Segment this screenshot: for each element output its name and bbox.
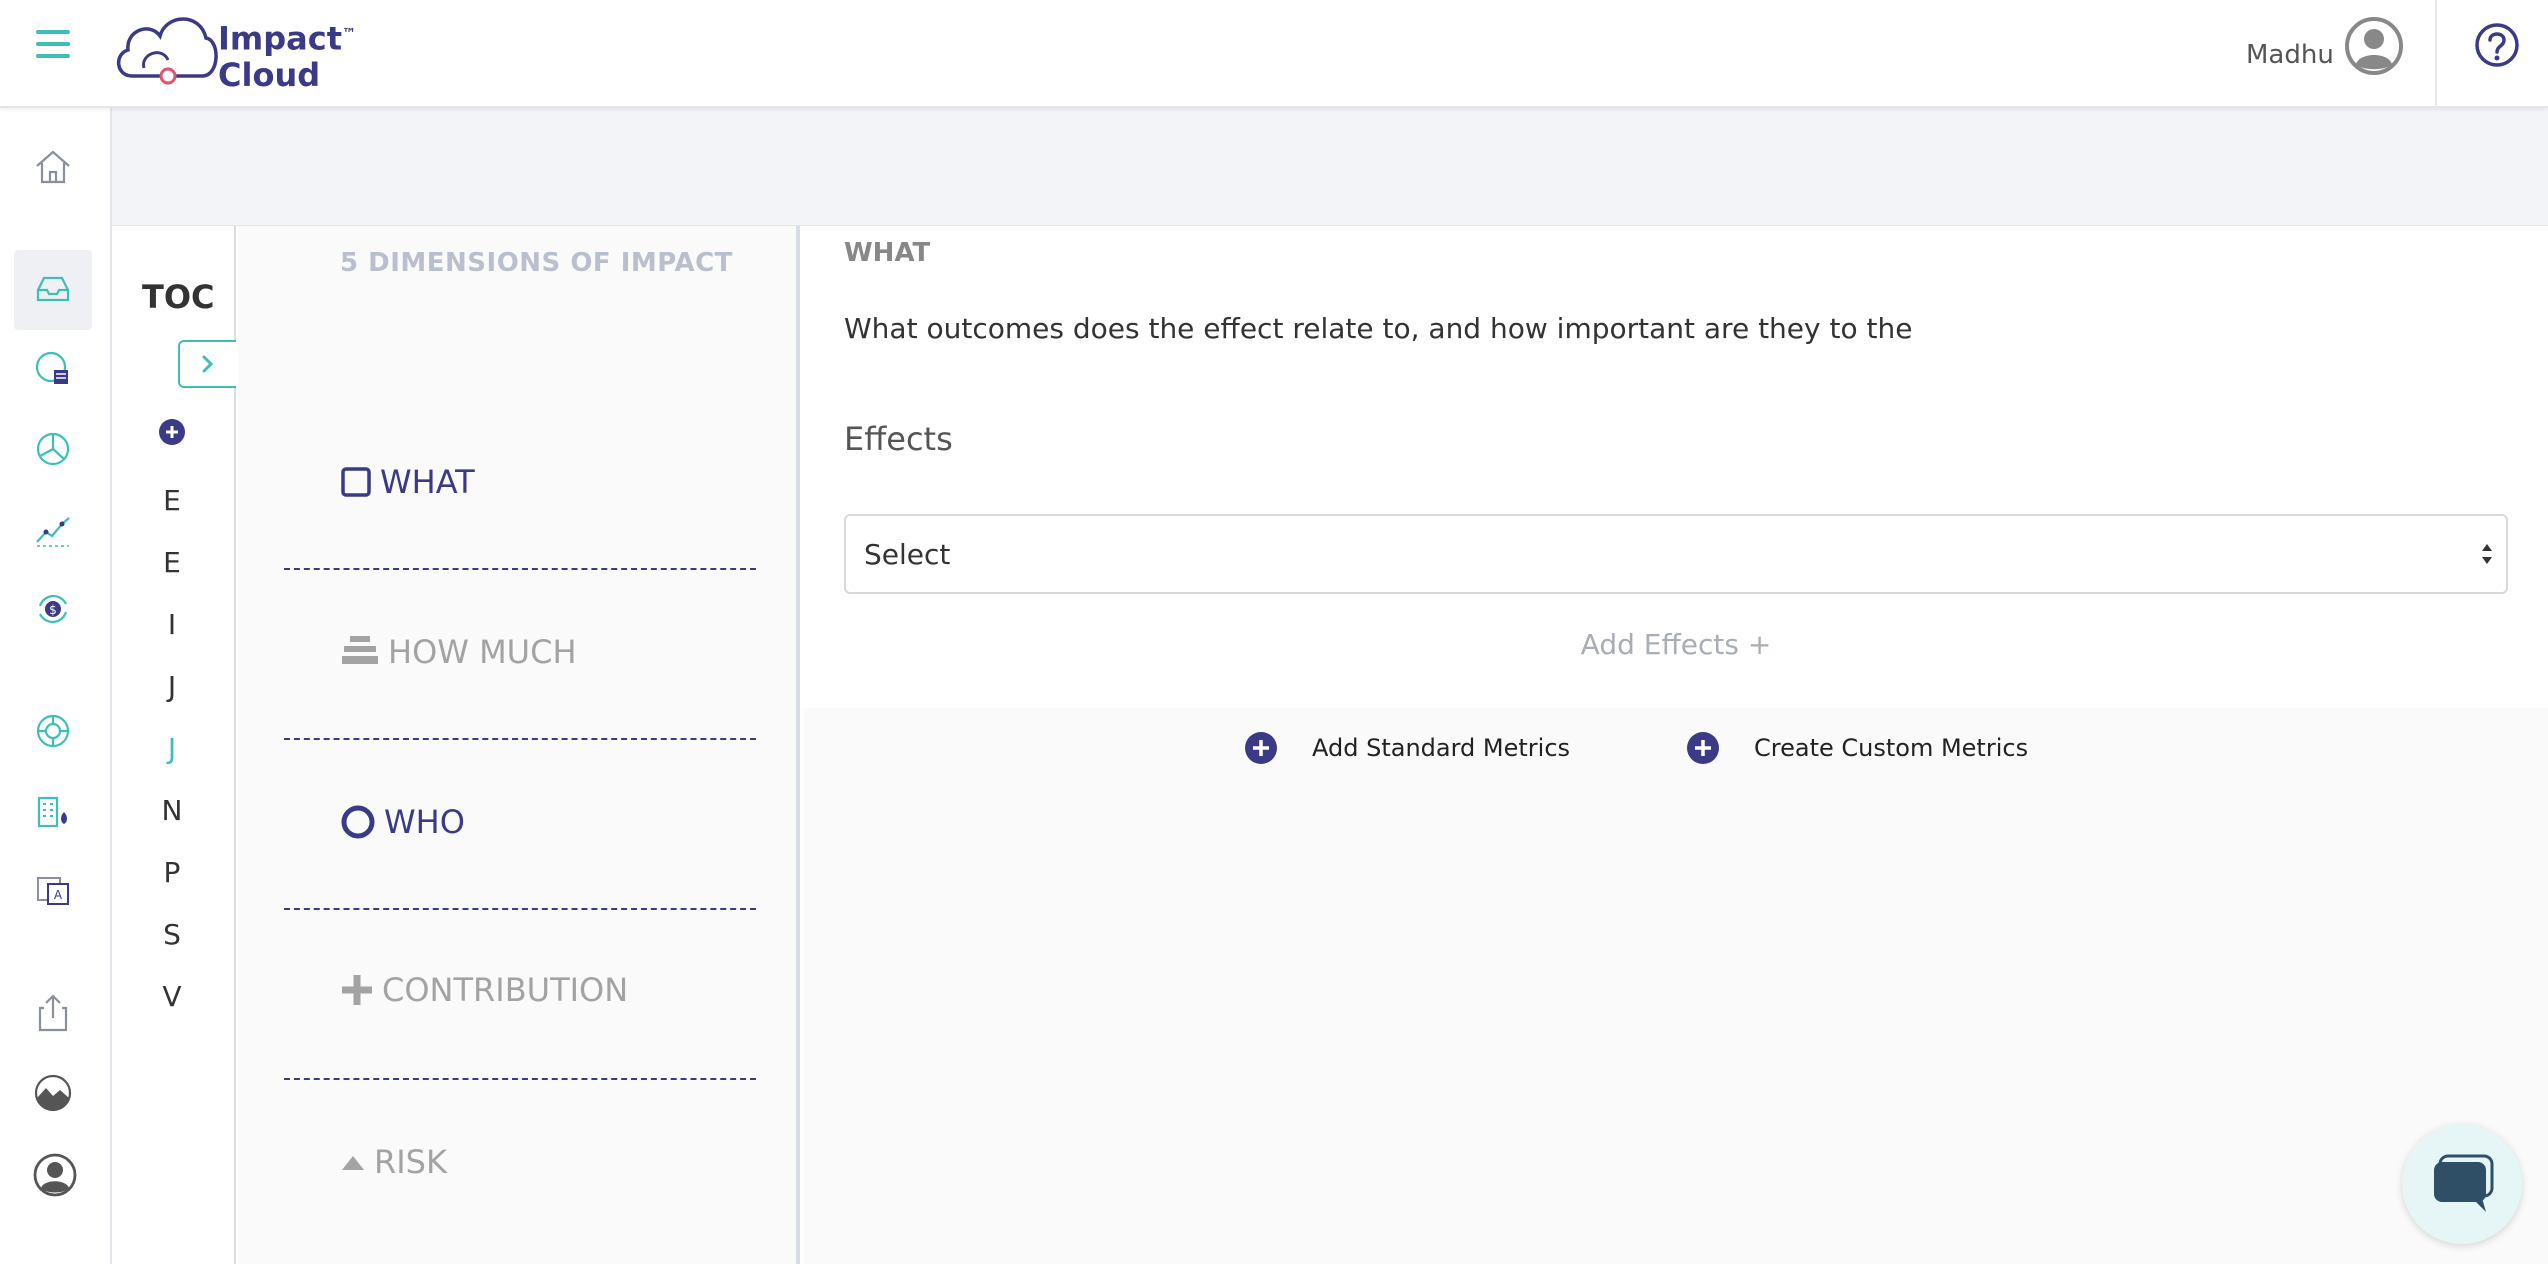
impact-cloud-logo[interactable]: Impact™ Cloud	[110, 6, 356, 93]
left-icon-rail: $ A	[0, 108, 112, 1264]
top-header: Impact™ Cloud Madhu	[0, 0, 2548, 108]
svg-text:A: A	[54, 888, 63, 902]
dimension-label: WHO	[384, 803, 465, 841]
logo-text: Impact™ Cloud	[218, 16, 356, 93]
chat-widget-button[interactable]	[2402, 1124, 2522, 1244]
dimension-label: RISK	[374, 1143, 447, 1181]
dimension-label: WHAT	[380, 463, 475, 501]
page-header-band	[112, 108, 2548, 226]
dimension-label: CONTRIBUTION	[382, 971, 629, 1009]
inbox-icon[interactable]	[32, 268, 74, 310]
user-avatar-icon[interactable]	[2344, 16, 2404, 76]
stack-icon	[342, 636, 378, 664]
chat-bubble-icon	[2434, 1154, 2494, 1212]
dimension-who[interactable]: WHO	[340, 800, 465, 844]
svg-text:$: $	[49, 603, 57, 617]
effects-select[interactable]: Select	[844, 514, 2508, 594]
toc-letter-item[interactable]: I	[112, 608, 232, 641]
dimensions-panel: 5 DIMENSIONS OF IMPACT WHAT HOW MUCH WHO…	[238, 226, 800, 1264]
user-name[interactable]: Madhu	[2246, 40, 2334, 70]
home-icon[interactable]	[32, 146, 74, 188]
checkbox-icon	[341, 467, 371, 497]
pie-chart-icon[interactable]	[32, 428, 74, 470]
dimension-label: HOW MUCH	[388, 633, 577, 671]
toc-letter-item[interactable]: E	[112, 546, 232, 579]
triangle-icon	[342, 1156, 364, 1170]
dimension-what[interactable]: WHAT	[340, 460, 475, 504]
toc-panel: TOC EEIJJNPSV	[112, 226, 236, 1264]
toc-letter-item[interactable]: N	[112, 794, 232, 827]
currency-cycle-icon[interactable]: $	[32, 588, 74, 630]
chevron-right-icon	[202, 355, 214, 373]
toc-letter-item[interactable]: P	[112, 856, 232, 889]
create-custom-metrics-label: Create Custom Metrics	[1754, 734, 2029, 762]
logo-trademark: ™	[342, 26, 357, 42]
profile-icon[interactable]	[32, 1152, 77, 1197]
header-divider	[2435, 0, 2437, 108]
toc-expand-button[interactable]	[178, 340, 236, 388]
add-effects-link[interactable]: Add Effects +	[804, 628, 2548, 661]
dimension-risk[interactable]: RISK	[340, 1140, 447, 1184]
toc-title: TOC	[142, 278, 215, 316]
section-heading: WHAT	[844, 238, 931, 268]
dimension-question: What outcomes does the effect relate to,…	[844, 312, 1913, 345]
building-icon[interactable]	[32, 790, 74, 832]
effects-label: Effects	[844, 420, 953, 458]
effects-select-value: Select	[864, 538, 951, 571]
report-icon[interactable]	[32, 348, 74, 390]
dimension-separator	[284, 568, 756, 570]
add-toc-item-icon[interactable]	[158, 418, 186, 446]
dimension-contribution[interactable]: CONTRIBUTION	[340, 968, 628, 1012]
circle-icon	[341, 805, 375, 839]
cloud-logo-icon	[117, 17, 218, 85]
toc-letter-item[interactable]: V	[112, 980, 232, 1013]
select-caret-icon	[2482, 544, 2492, 564]
logo-line-2: Cloud	[218, 55, 321, 94]
trend-icon[interactable]	[32, 508, 74, 550]
toc-letter-item[interactable]: S	[112, 918, 232, 951]
add-standard-metrics-button[interactable]: Add Standard Metrics	[1244, 728, 1570, 768]
add-circle-icon	[1245, 732, 1277, 764]
main-content: WHAT What outcomes does the effect relat…	[804, 226, 2548, 1264]
dimension-separator	[284, 908, 756, 910]
dimension-separator	[284, 738, 756, 740]
logo-line-1: Impact	[218, 19, 343, 58]
help-icon[interactable]	[2474, 22, 2520, 68]
dimensions-title: 5 DIMENSIONS OF IMPACT	[340, 248, 733, 278]
translate-icon[interactable]: A	[32, 870, 74, 912]
globe-icon[interactable]	[32, 710, 74, 752]
create-custom-metrics-button[interactable]: Create Custom Metrics	[1686, 728, 2028, 768]
landscape-icon[interactable]	[32, 1072, 74, 1114]
toc-letter-item[interactable]: J	[112, 670, 232, 703]
effects-section: WHAT What outcomes does the effect relat…	[804, 226, 2548, 708]
toc-letter-item[interactable]: E	[112, 484, 232, 517]
plus-icon	[342, 975, 372, 1005]
dimension-how-much[interactable]: HOW MUCH	[340, 630, 577, 674]
export-icon[interactable]	[32, 992, 74, 1034]
hamburger-menu-icon[interactable]	[36, 30, 70, 58]
add-circle-icon	[1687, 732, 1719, 764]
dimension-separator	[284, 1078, 756, 1080]
add-standard-metrics-label: Add Standard Metrics	[1312, 734, 1571, 762]
toc-letter-item[interactable]: J	[112, 732, 232, 765]
